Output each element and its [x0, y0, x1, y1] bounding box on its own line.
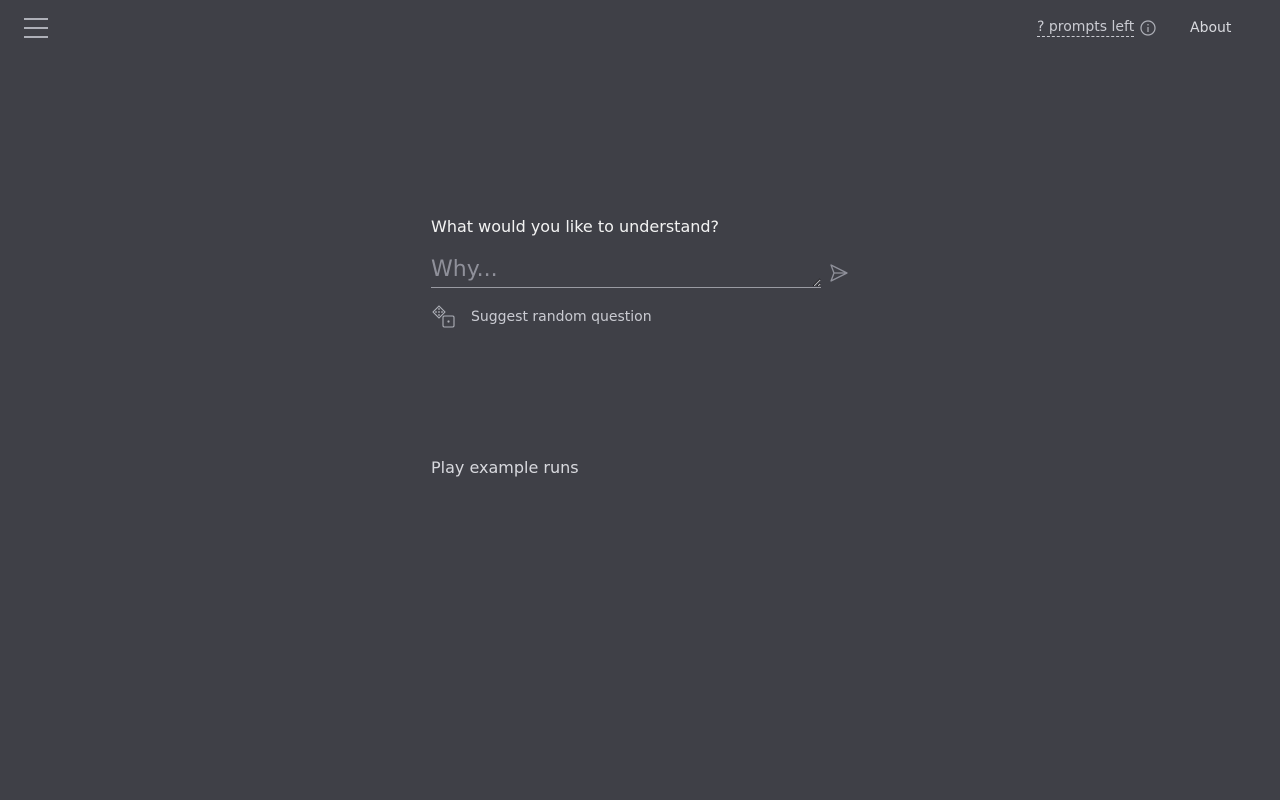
hamburger-menu-button[interactable] [22, 16, 50, 40]
app-page: ? prompts left About What would you like… [0, 0, 1280, 800]
suggest-random-question-button[interactable]: Suggest random question [431, 304, 652, 330]
send-arrow-icon [830, 264, 848, 282]
question-input-container [431, 255, 821, 289]
suggest-random-question-label: Suggest random question [471, 309, 652, 325]
question-input[interactable] [431, 255, 821, 288]
prompts-left-indicator[interactable]: ? prompts left [1037, 18, 1156, 38]
send-button[interactable] [829, 263, 849, 283]
info-circle-icon[interactable] [1140, 20, 1156, 36]
play-example-runs-link[interactable]: Play example runs [431, 458, 579, 478]
hamburger-menu-icon [24, 18, 48, 38]
prompts-left-label: ? prompts left [1037, 19, 1135, 37]
question-heading: What would you like to understand? [431, 217, 720, 236]
dice-icon [432, 305, 455, 328]
about-link[interactable]: About [1190, 19, 1231, 37]
